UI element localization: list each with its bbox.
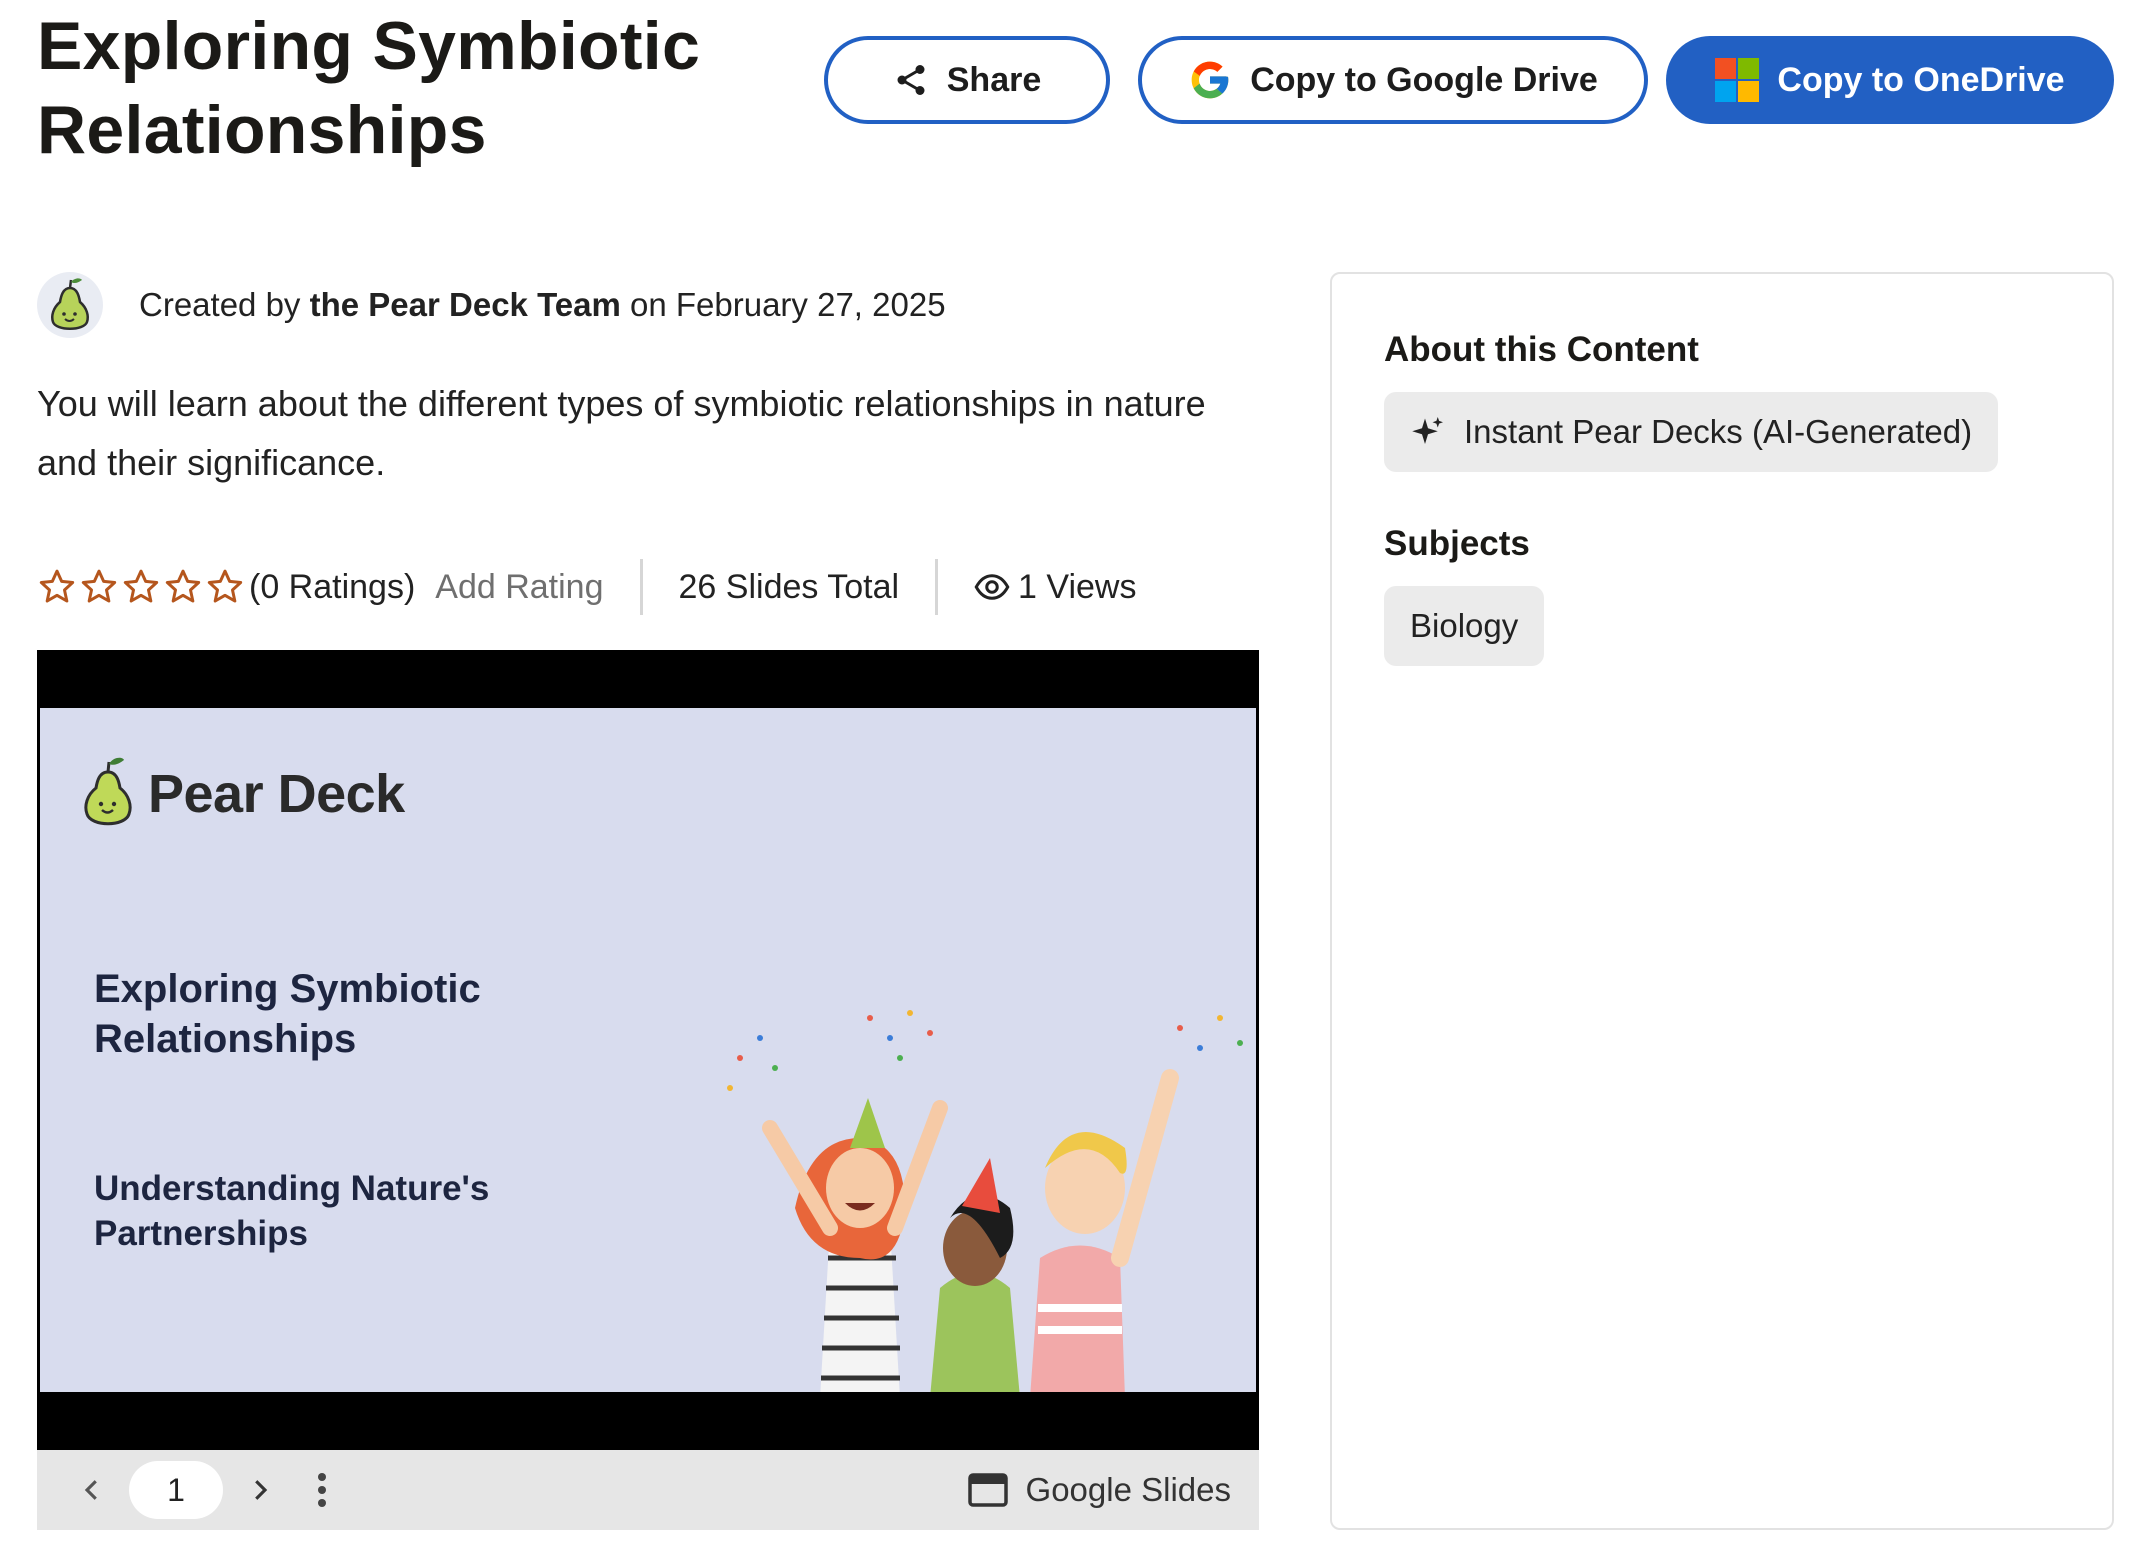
star-icon[interactable] bbox=[163, 567, 203, 607]
content-type-label: Instant Pear Decks (AI-Generated) bbox=[1464, 413, 1973, 450]
chevron-left-icon[interactable] bbox=[77, 1475, 107, 1505]
description: You will learn about the different types… bbox=[37, 383, 1206, 483]
rating-stars[interactable] bbox=[37, 567, 247, 607]
celebration-illustration bbox=[727, 1010, 1243, 1392]
star-icon[interactable] bbox=[37, 567, 77, 607]
chevron-right-icon[interactable] bbox=[245, 1475, 275, 1505]
slides-controls: 1 Google Slides bbox=[37, 1450, 1259, 1530]
slides-total: 26 Slides Total bbox=[678, 567, 900, 606]
creator-text: Created by the Pear Deck Team on Februar… bbox=[139, 286, 946, 324]
star-icon[interactable] bbox=[79, 567, 119, 607]
about-heading: About this Content bbox=[1384, 330, 1699, 369]
slides-embed[interactable]: Pear Deck Exploring Symbiotic Relationsh… bbox=[37, 650, 1259, 1530]
microsoft-logo-icon bbox=[1715, 58, 1760, 102]
more-vertical-icon[interactable] bbox=[315, 1470, 329, 1510]
views-count: 1 Views bbox=[974, 568, 1136, 607]
creator-prefix: Created by bbox=[139, 286, 301, 323]
divider bbox=[639, 559, 643, 615]
google-slides-icon bbox=[967, 1473, 1008, 1507]
share-label: Share bbox=[946, 60, 1042, 99]
page-indicator[interactable]: 1 bbox=[129, 1461, 223, 1519]
google-g-icon bbox=[1188, 58, 1232, 102]
page-title: Exploring Symbiotic Relationships bbox=[37, 8, 701, 168]
slide-subtitle: Understanding Nature's Partnerships bbox=[94, 1169, 490, 1253]
divider bbox=[935, 559, 939, 615]
subjects-heading: Subjects bbox=[1384, 524, 1530, 563]
google-drive-label: Copy to Google Drive bbox=[1250, 60, 1598, 99]
copy-to-google-drive-button[interactable]: Copy to Google Drive bbox=[1138, 36, 1648, 124]
creator-name[interactable]: the Pear Deck Team bbox=[310, 286, 621, 323]
stats-row: (0 Ratings) Add Rating 26 Slides Total 1… bbox=[37, 558, 1136, 616]
sparkle-icon bbox=[1410, 414, 1446, 450]
creator-date: on February 27, 2025 bbox=[630, 286, 946, 323]
star-icon[interactable] bbox=[121, 567, 161, 607]
slide-brand: Pear Deck bbox=[148, 764, 405, 824]
onedrive-label: Copy to OneDrive bbox=[1777, 60, 2065, 99]
views-label: 1 Views bbox=[1018, 567, 1137, 606]
share-button[interactable]: Share bbox=[824, 36, 1110, 124]
pear-icon bbox=[51, 278, 89, 330]
pear-deck-logo: Pear Deck bbox=[80, 754, 405, 834]
eye-icon bbox=[974, 569, 1010, 605]
avatar bbox=[37, 272, 103, 338]
add-rating-link[interactable]: Add Rating bbox=[435, 568, 603, 607]
content-type-chip: Instant Pear Decks (AI-Generated) bbox=[1384, 392, 1999, 472]
google-slides-label: Google Slides bbox=[1025, 1471, 1231, 1508]
pear-logo-icon bbox=[84, 757, 132, 826]
google-slides-link[interactable]: Google Slides bbox=[967, 1450, 1231, 1530]
slide-preview[interactable]: Pear Deck Exploring Symbiotic Relationsh… bbox=[40, 708, 1256, 1392]
about-panel: About this Content Instant Pear Decks (A… bbox=[1330, 272, 2114, 1530]
subject-chip[interactable]: Biology bbox=[1384, 586, 1545, 666]
creator-line: Created by the Pear Deck Team on Februar… bbox=[37, 272, 946, 338]
star-icon[interactable] bbox=[205, 567, 245, 607]
share-icon bbox=[893, 62, 929, 98]
copy-to-onedrive-button[interactable]: Copy to OneDrive bbox=[1666, 36, 2114, 124]
slide-title: Exploring Symbiotic Relationships bbox=[94, 967, 481, 1061]
ratings-count: (0 Ratings) bbox=[249, 567, 416, 606]
